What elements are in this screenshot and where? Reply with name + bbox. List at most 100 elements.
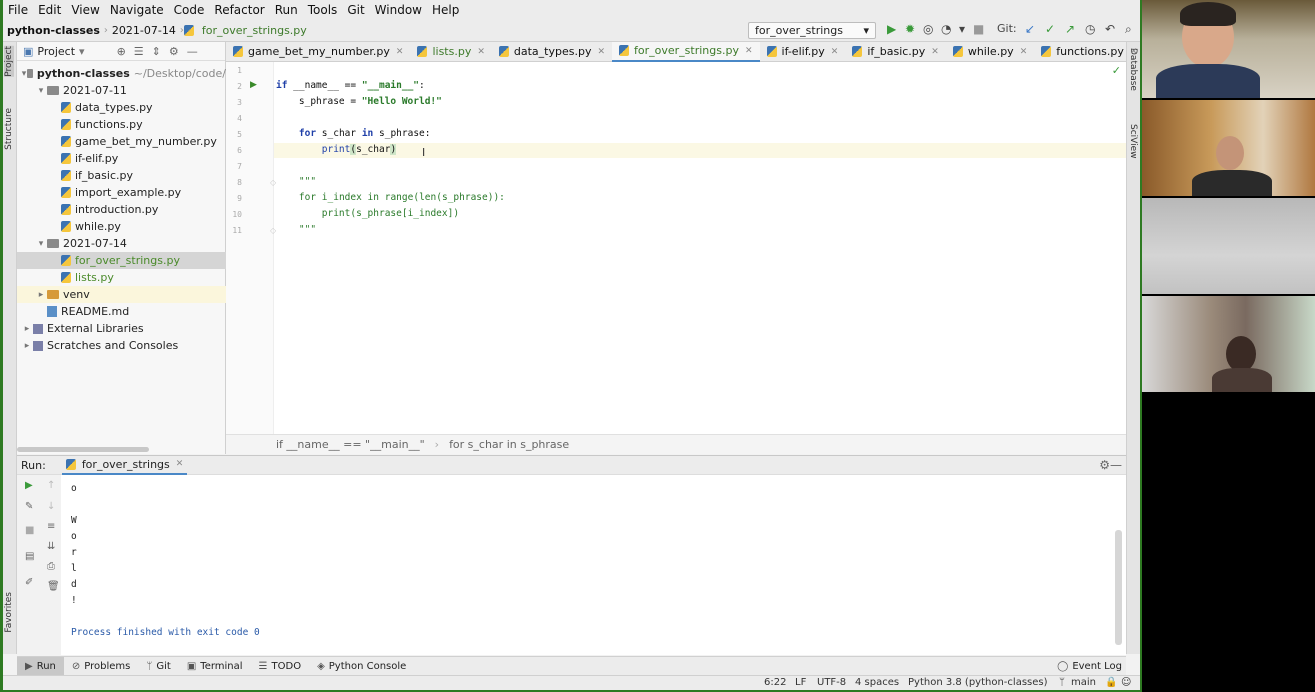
tree-item[interactable]: functions.py xyxy=(17,116,226,133)
close-icon[interactable]: ✕ xyxy=(597,47,605,57)
menu-tools[interactable]: Tools xyxy=(303,3,343,17)
editor-tab[interactable]: if-elif.py ✕ xyxy=(760,42,846,62)
git-push-icon[interactable]: ↗ xyxy=(1065,22,1075,36)
close-icon[interactable]: ✕ xyxy=(477,47,485,57)
structure-tool-tab[interactable]: Structure xyxy=(4,108,14,150)
tree-item[interactable]: ▾ python-classes ~/Desktop/code/ xyxy=(17,65,226,82)
tree-item[interactable]: import_example.py xyxy=(17,184,226,201)
locate-icon[interactable]: ⊕ xyxy=(117,45,126,58)
hide-icon[interactable]: — xyxy=(1110,458,1122,472)
tree-item[interactable]: if_basic.py xyxy=(17,167,226,184)
editor-tab[interactable]: functions.py ✕ xyxy=(1034,42,1140,62)
run-console[interactable]: o Wo r l d! Process finished with exit code 0 xyxy=(61,475,1126,655)
close-icon[interactable]: ✕ xyxy=(396,47,404,57)
chevron-down-icon[interactable]: ▾ xyxy=(79,45,85,58)
vertical-scrollbar[interactable] xyxy=(1115,530,1122,645)
search-icon[interactable]: ⌕ xyxy=(1125,22,1132,37)
run-configuration-select[interactable]: for_over_strings ▾ xyxy=(748,22,876,39)
sciview-tool-tab[interactable]: SciView xyxy=(1128,124,1138,159)
event-log-button[interactable]: ◯ Event Log xyxy=(1057,657,1122,676)
editor-tab[interactable]: while.py ✕ xyxy=(946,42,1034,62)
layout-icon[interactable]: ▤ xyxy=(25,551,34,562)
chevron-right-icon[interactable]: ▸ xyxy=(35,290,47,300)
tree-item[interactable]: if-elif.py xyxy=(17,150,226,167)
tree-item[interactable]: README.md xyxy=(17,303,226,320)
print-icon[interactable]: ⎙ xyxy=(47,561,55,572)
chevron-right-icon[interactable]: ▸ xyxy=(21,324,33,334)
collapse-all-icon[interactable]: ☰ xyxy=(134,45,144,58)
tool-tab-terminal[interactable]: ▣ Terminal xyxy=(179,657,251,676)
tree-item[interactable]: ▸ venv xyxy=(17,286,226,303)
tree-item[interactable]: ▸ External Libraries xyxy=(17,320,226,337)
nav-project[interactable]: python-classes xyxy=(3,24,104,37)
hide-icon[interactable]: — xyxy=(187,45,198,58)
expand-icon[interactable]: ⇕ xyxy=(152,45,161,58)
editor-tab[interactable]: if_basic.py ✕ xyxy=(845,42,946,62)
tool-tab-git[interactable]: ᛘ Git xyxy=(138,657,178,676)
wrench-icon[interactable]: ✎ xyxy=(25,501,33,512)
lock-icon[interactable]: 🔒 xyxy=(1105,677,1117,688)
menu-window[interactable]: Window xyxy=(370,3,427,17)
chevron-down-icon[interactable]: ▾ xyxy=(35,239,47,249)
indent-setting[interactable]: 4 spaces xyxy=(855,677,899,688)
tree-item[interactable]: lists.py xyxy=(17,269,226,286)
close-icon[interactable]: ✕ xyxy=(1130,47,1138,57)
editor-tab[interactable]: game_bet_my_number.py ✕ xyxy=(226,42,410,62)
run-tab[interactable]: for_over_strings ✕ xyxy=(61,455,188,475)
tree-item[interactable]: for_over_strings.py xyxy=(17,252,226,269)
close-icon[interactable]: ✕ xyxy=(931,47,939,57)
trash-icon[interactable]: 🗑 xyxy=(47,581,60,592)
inspector-icon[interactable]: ☺ xyxy=(1121,677,1131,688)
project-panel-title[interactable]: Project xyxy=(37,45,75,58)
tree-item[interactable]: while.py xyxy=(17,218,226,235)
menu-edit[interactable]: Edit xyxy=(33,3,66,17)
profile-icon[interactable]: ◔ xyxy=(941,22,951,36)
close-icon[interactable]: ✕ xyxy=(176,459,184,469)
menu-view[interactable]: View xyxy=(66,3,104,17)
close-icon[interactable]: ✕ xyxy=(831,47,839,57)
editor-tab[interactable]: for_over_strings.py ✕ xyxy=(612,41,760,62)
gear-icon[interactable]: ⚙ xyxy=(169,45,179,58)
git-commit-icon[interactable]: ✓ xyxy=(1045,22,1055,36)
python-interpreter[interactable]: Python 3.8 (python-classes) xyxy=(908,677,1048,688)
menu-help[interactable]: Help xyxy=(427,3,464,17)
tool-tab-python-console[interactable]: ◈ Python Console xyxy=(309,657,414,676)
rollback-icon[interactable]: ↶ xyxy=(1105,22,1115,36)
caret-position[interactable]: 6:22 xyxy=(764,677,786,688)
menu-file[interactable]: File xyxy=(3,3,33,17)
tree-item[interactable]: ▸ Scratches and Consoles xyxy=(17,337,226,354)
git-branch[interactable]: main xyxy=(1071,677,1096,688)
git-update-icon[interactable]: ↙ xyxy=(1025,22,1035,36)
menu-code[interactable]: Code xyxy=(169,3,210,17)
line-separator[interactable]: LF xyxy=(795,677,806,688)
tool-tab-todo[interactable]: ☰ TODO xyxy=(251,657,310,676)
editor-tab[interactable]: data_types.py ✕ xyxy=(492,42,612,62)
close-icon[interactable]: ✕ xyxy=(1020,47,1028,57)
gear-icon[interactable]: ⚙ xyxy=(1099,458,1110,472)
tree-item[interactable]: game_bet_my_number.py xyxy=(17,133,226,150)
horizontal-scrollbar[interactable] xyxy=(17,447,149,452)
rerun-icon[interactable]: ▶ xyxy=(25,480,33,491)
tree-item[interactable]: ▾ 2021-07-11 xyxy=(17,82,226,99)
favorites-tool-tab[interactable]: Favorites xyxy=(4,592,14,633)
menu-navigate[interactable]: Navigate xyxy=(105,3,169,17)
arrow-down-icon[interactable]: ↓ xyxy=(47,501,55,512)
soft-wrap-icon[interactable]: ≡ xyxy=(47,521,55,532)
nav-file[interactable]: for_over_strings.py xyxy=(198,24,311,37)
tree-item[interactable]: ▾ 2021-07-14 xyxy=(17,235,226,252)
arrow-up-icon[interactable]: ↑ xyxy=(47,480,55,491)
tree-item[interactable]: data_types.py xyxy=(17,99,226,116)
inspection-ok-icon[interactable]: ✓ xyxy=(1112,64,1121,77)
menu-git[interactable]: Git xyxy=(342,3,369,17)
editor-tab[interactable]: lists.py ✕ xyxy=(410,42,491,62)
nav-folder[interactable]: 2021-07-14 xyxy=(108,24,180,37)
menu-run[interactable]: Run xyxy=(270,3,303,17)
chevron-right-icon[interactable]: ▸ xyxy=(21,341,33,351)
tree-item[interactable]: introduction.py xyxy=(17,201,226,218)
pin-icon[interactable]: ✐ xyxy=(25,577,33,588)
tool-tab-run[interactable]: ▶ Run xyxy=(17,656,64,676)
tool-tab-problems[interactable]: ⊘ Problems xyxy=(64,657,138,676)
menu-refactor[interactable]: Refactor xyxy=(209,3,269,17)
stop-icon[interactable]: ■ xyxy=(25,525,34,536)
breadcrumb-if-main[interactable]: if __name__ == "__main__" xyxy=(276,438,425,451)
